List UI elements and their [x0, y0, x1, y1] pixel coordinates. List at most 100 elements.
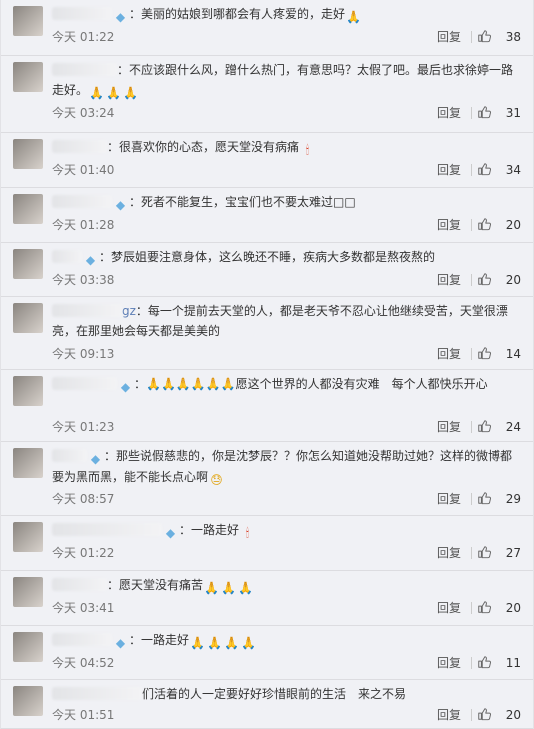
thumbs-up-icon [477, 545, 491, 559]
praying-hands-icon: 🙏 [346, 10, 361, 24]
comment-item: ◆ ：一路走好 🕯 今天 01:22 回复 27 [1, 516, 533, 571]
thumbs-up-icon [477, 162, 491, 176]
like-button[interactable]: 20 [477, 216, 521, 234]
username-blurred[interactable] [52, 63, 117, 76]
comment-time: 今天 03:24 [52, 106, 115, 120]
comment-text: ：一路走好 [129, 633, 190, 647]
like-button[interactable]: 20 [477, 706, 521, 724]
comment-time: 今天 04:52 [52, 656, 115, 670]
reply-button[interactable]: 回复 [437, 28, 461, 46]
avatar[interactable] [13, 577, 43, 607]
comment-meta: 今天 03:38 回复 20 [52, 271, 521, 289]
reply-button[interactable]: 回复 [437, 161, 461, 179]
like-button[interactable]: 24 [477, 418, 521, 436]
thumbs-up-icon [477, 491, 491, 505]
comment-text: ：🙏🙏🙏🙏🙏🙏愿这个世界的人都没有灾难 每个人都快乐开心 [134, 377, 488, 391]
like-button[interactable]: 11 [477, 654, 521, 672]
avatar[interactable] [13, 303, 43, 333]
reply-button[interactable]: 回复 [437, 216, 461, 234]
comment-time: 今天 01:40 [52, 163, 115, 177]
reply-button[interactable]: 回复 [437, 418, 461, 436]
comment-meta: 今天 01:40 回复 34 [52, 161, 521, 179]
comment-item: ：不应该跟什么风，蹭什么热门，有意思吗？太假了吧。最后也求徐婷一路走好。🙏 🙏 🙏 今… [1, 56, 533, 133]
candle-icon: 🕯 [245, 526, 250, 540]
reply-button[interactable]: 回复 [437, 544, 461, 562]
reply-button[interactable]: 回复 [437, 654, 461, 672]
like-count: 24 [505, 420, 521, 434]
praying-hands-icon: 🙏 [123, 86, 138, 100]
thumbs-up-icon [477, 29, 491, 43]
praying-hands-icon: 🙏 [190, 636, 205, 650]
member-badge-icon: ◆ [165, 526, 176, 540]
member-badge-icon: ◆ [85, 253, 96, 267]
like-button[interactable]: 38 [477, 28, 521, 46]
like-button[interactable]: 20 [477, 599, 521, 617]
comment-time: 今天 01:28 [52, 218, 115, 232]
thumbs-up-icon [477, 105, 491, 119]
comment-meta: 今天 04:52 回复 11 [52, 654, 521, 672]
avatar[interactable] [13, 448, 43, 478]
avatar[interactable] [13, 62, 43, 92]
comment-meta: 今天 01:22 回复 38 [52, 28, 521, 46]
username-blurred[interactable] [52, 449, 87, 462]
divider [471, 107, 472, 119]
username-blurred[interactable] [52, 687, 142, 700]
member-badge-icon: ◆ [115, 636, 126, 650]
like-button[interactable]: 27 [477, 544, 521, 562]
comment-meta: 今天 09:13 回复 14 [52, 345, 521, 363]
reply-button[interactable]: 回复 [437, 104, 461, 122]
avatar[interactable] [13, 139, 43, 169]
username-blurred[interactable] [52, 304, 122, 317]
like-button[interactable]: 14 [477, 345, 521, 363]
like-count: 34 [505, 163, 521, 177]
reply-button[interactable]: 回复 [437, 490, 461, 508]
username-blurred[interactable] [52, 7, 112, 20]
praying-hands-icon: 🙏 [207, 636, 222, 650]
avatar[interactable] [13, 522, 43, 552]
reply-button[interactable]: 回复 [437, 345, 461, 363]
like-button[interactable]: 20 [477, 271, 521, 289]
reply-button[interactable]: 回复 [437, 271, 461, 289]
avatar[interactable] [13, 249, 43, 279]
divider [471, 602, 472, 614]
comment-time: 今天 01:22 [52, 30, 115, 44]
praying-hands-icon: 🙏 [224, 636, 239, 650]
avatar[interactable] [13, 6, 43, 36]
praying-hands-icon: 🙏 [89, 86, 104, 100]
avatar[interactable] [13, 194, 43, 224]
reply-button[interactable]: 回复 [437, 599, 461, 617]
like-count: 14 [505, 347, 521, 361]
comment-meta: 今天 03:41 回复 20 [52, 599, 521, 617]
username-blurred[interactable] [52, 578, 107, 591]
username-blurred[interactable] [52, 377, 117, 390]
divider [471, 547, 472, 559]
like-button[interactable]: 34 [477, 161, 521, 179]
comment-text: ：那些说假慈悲的，你是沈梦辰？？你怎么知道她没帮助过她？这样的微博都要为黑而黑，… [52, 449, 513, 484]
comment-item: 们活着的人一定要好好珍惜眼前的生活 来之不易 今天 01:51 回复 20 [1, 680, 533, 729]
comment-text: ：死者不能复生，宝宝们也不要太难过□□ [129, 195, 356, 209]
like-count: 27 [505, 546, 521, 560]
candle-icon: 🕯 [305, 143, 310, 157]
avatar[interactable] [13, 376, 43, 406]
divider [471, 709, 472, 721]
username-blurred[interactable] [52, 140, 107, 153]
avatar[interactable] [13, 686, 43, 716]
comment-text: ：梦辰姐要注意身体，这么晚还不睡，疾病大多数都是熬夜熬的 [99, 250, 436, 264]
reply-button[interactable]: 回复 [437, 706, 461, 724]
username-blurred[interactable] [52, 523, 162, 536]
like-button[interactable]: 29 [477, 490, 521, 508]
divider [471, 657, 472, 669]
comment-time: 今天 01:23 [52, 420, 115, 434]
comment-text: ：很喜欢你的心态，愿天堂没有病痛 [107, 140, 300, 154]
comment-text: ：不应该跟什么风，蹭什么热门，有意思吗？太假了吧。最后也求徐婷一路走好。 [52, 63, 514, 97]
username-suffix[interactable]: gz [122, 304, 136, 318]
like-button[interactable]: 31 [477, 104, 521, 122]
comment-item: ：愿天堂没有痛苦🙏 🙏 🙏 今天 03:41 回复 20 [1, 571, 533, 626]
comment-meta: 今天 01:23 回复 24 [52, 418, 521, 436]
comment-meta: 今天 01:28 回复 20 [52, 216, 521, 234]
sweat-face-icon: 😓 [210, 473, 223, 487]
username-blurred[interactable] [52, 633, 112, 646]
username-blurred[interactable] [52, 195, 112, 208]
avatar[interactable] [13, 632, 43, 662]
username-blurred[interactable] [52, 250, 82, 263]
